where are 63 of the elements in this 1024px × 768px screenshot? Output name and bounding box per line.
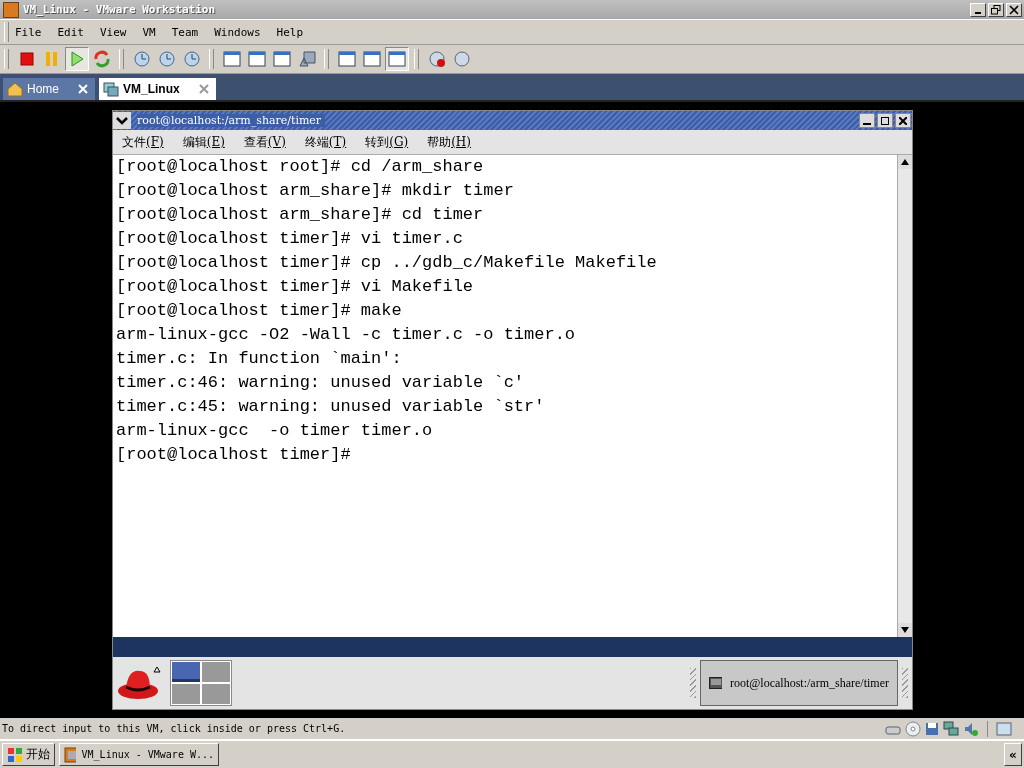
menu-item[interactable]: 终端(T) <box>304 133 347 151</box>
tab[interactable]: Home <box>3 78 95 100</box>
terminal-line: timer.c:46: warning: unused variable `c' <box>116 372 526 394</box>
terminal-line: [root@localhost timer]# vi timer.c <box>116 228 464 250</box>
close-icon[interactable] <box>197 83 210 95</box>
minimize-icon <box>863 122 871 125</box>
minimize-icon <box>975 11 981 14</box>
terminal-line: [root@localhost timer]# make <box>116 300 403 322</box>
scroll-up-icon[interactable] <box>898 155 912 169</box>
app-icon <box>64 746 76 763</box>
menu-item[interactable]: View <box>100 25 127 39</box>
taskbar-item[interactable]: VM_Linux - VMware W... <box>59 743 219 766</box>
reset-icon <box>92 49 112 69</box>
terminal-line: [root@localhost timer]# vi Makefile <box>116 276 475 298</box>
terminal-line: arm-linux-gcc -O2 -Wall -c timer.c -o timer.o <box>116 324 577 346</box>
minimize-button[interactable] <box>859 113 875 128</box>
terminal-line: [root@localhost timer]# cp ../gdb_c/Makefile Makefile <box>116 252 658 274</box>
menu-item[interactable]: 帮助(H) <box>427 133 471 151</box>
floppy-icon[interactable] <box>925 721 939 736</box>
stop-icon <box>17 49 37 69</box>
maximize-button[interactable] <box>877 113 893 128</box>
app-icon <box>3 1 19 18</box>
network-icon[interactable] <box>943 720 959 737</box>
vm-icon <box>103 81 119 97</box>
start-button[interactable]: 开始 <box>2 743 55 766</box>
close-icon <box>1009 4 1019 15</box>
chevron-down-icon <box>116 116 128 125</box>
scroll-down-icon[interactable] <box>898 623 912 637</box>
close-button[interactable] <box>895 113 911 128</box>
scrollbar[interactable] <box>897 155 912 637</box>
menu-item[interactable]: Edit <box>57 25 84 39</box>
menu-item[interactable]: 转到(G) <box>365 133 409 151</box>
menu-item[interactable]: Team <box>171 25 199 39</box>
terminal-line: timer.c:45: warning: unused variable `str' <box>116 396 546 418</box>
terminal-line: timer.c: In function `main': <box>116 348 403 370</box>
play-tool-button[interactable] <box>65 47 89 71</box>
menu-item[interactable]: Windows <box>214 25 261 39</box>
terminal-line: [root@localhost arm_share]# mkdir timer <box>116 180 515 202</box>
menu-item[interactable]: 文件(F) <box>122 133 164 151</box>
menu-item[interactable]: File <box>15 25 42 39</box>
expand-button[interactable]: « <box>1004 743 1022 766</box>
window-title: VM_Linux - VMware Workstation <box>23 3 217 16</box>
menu-item[interactable]: VM <box>142 25 156 39</box>
home-icon <box>7 81 23 97</box>
close-icon <box>899 116 907 125</box>
terminal-title: root@localhost:/arm_share/timer <box>137 114 326 127</box>
menu-item[interactable]: Help <box>276 25 304 39</box>
windows-logo-icon <box>7 746 23 763</box>
restore-icon <box>991 4 1001 15</box>
terminal-line: arm-linux-gcc -o timer timer.o <box>116 420 434 442</box>
maximize-icon <box>881 116 889 125</box>
terminal-line: [root@localhost arm_share]# cd timer <box>116 204 485 226</box>
window-menu-button[interactable] <box>113 112 131 129</box>
menu-item[interactable]: 编辑(E) <box>182 133 225 151</box>
restore-button[interactable] <box>988 2 1004 17</box>
taskbar-item[interactable]: root@localhost:/arm_share/timer <box>700 660 898 706</box>
workspace-switcher[interactable] <box>170 660 232 706</box>
terminal-line: [root@localhost timer]# <box>116 444 352 466</box>
tab[interactable]: VM_Linux <box>99 78 216 100</box>
terminal-icon <box>709 677 722 689</box>
status-text: To direct input to this VM, click inside or press Ctrl+G. <box>2 723 347 734</box>
menu-item[interactable]: 查看(V) <box>243 133 286 151</box>
terminal-line: [root@localhost root]# cd /arm_share <box>116 156 485 178</box>
